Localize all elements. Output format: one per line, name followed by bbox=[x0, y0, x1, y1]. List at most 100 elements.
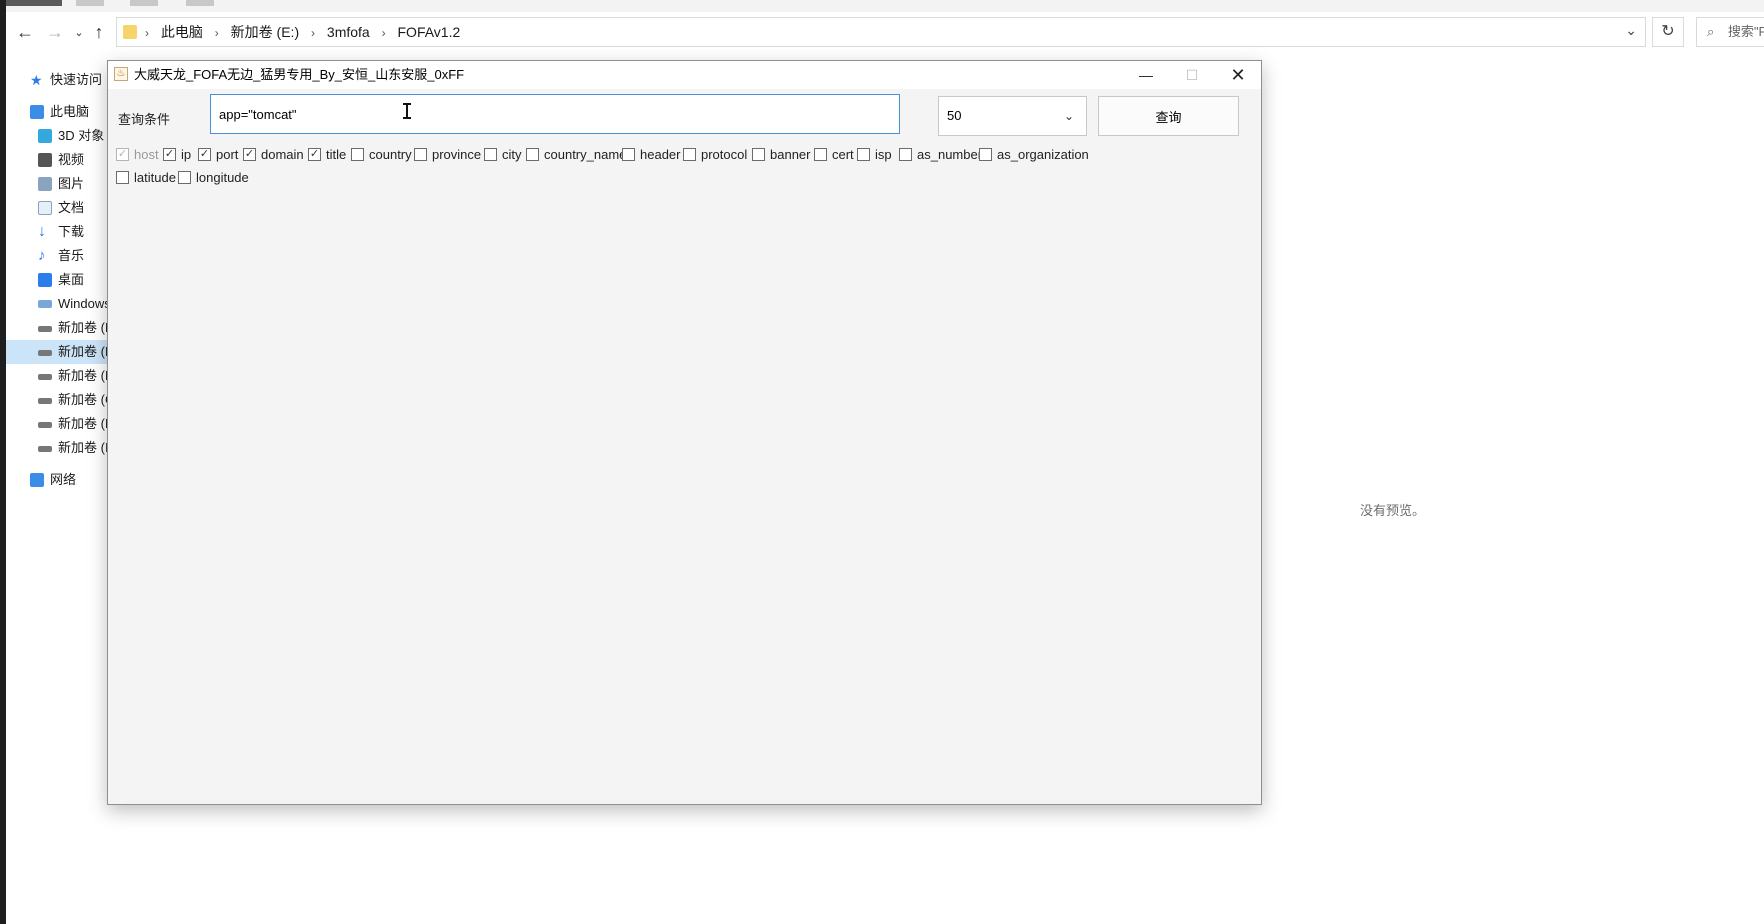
checkbox-icon bbox=[814, 148, 827, 161]
cube-icon bbox=[38, 129, 52, 143]
checkbox-label: country_name bbox=[544, 147, 627, 162]
checkbox-label: host bbox=[134, 147, 159, 162]
forward-arrow-icon[interactable]: → bbox=[44, 22, 66, 43]
sidebar-item-drive-g[interactable]: 新加卷 (G bbox=[6, 388, 110, 412]
sidebar-item-documents[interactable]: 文档 bbox=[6, 196, 110, 220]
checkbox-label: isp bbox=[875, 147, 892, 162]
checkbox-label: ip bbox=[181, 147, 192, 162]
checkbox-label: as_organization bbox=[997, 147, 1089, 162]
checkmark-icon: ✓ bbox=[163, 148, 176, 161]
drive-icon bbox=[38, 446, 52, 452]
query-button[interactable]: 查询 bbox=[1098, 96, 1239, 136]
sidebar-item-drive-e[interactable]: 新加卷 (E bbox=[6, 340, 110, 364]
breadcrumb-item[interactable]: FOFAv1.2 bbox=[398, 24, 461, 40]
sidebar-item-windows-drive[interactable]: Windows bbox=[6, 292, 110, 316]
query-input[interactable] bbox=[210, 94, 900, 134]
checkbox-label: domain bbox=[261, 147, 304, 162]
close-icon[interactable]: ✕ bbox=[1215, 61, 1261, 89]
preview-pane-text: 没有预览。 bbox=[1360, 503, 1426, 518]
checkbox-label: port bbox=[216, 147, 239, 162]
checkbox-label: country bbox=[369, 147, 412, 162]
breadcrumb-item[interactable]: 新加卷 (E:) bbox=[231, 24, 299, 40]
checkbox-icon bbox=[622, 148, 635, 161]
desktop-icon bbox=[38, 273, 52, 287]
checkmark-icon: ✓ bbox=[116, 148, 129, 161]
download-icon: ↓ bbox=[38, 223, 46, 240]
sidebar-item-downloads[interactable]: ↓ 下载 bbox=[6, 220, 110, 244]
drive-icon bbox=[38, 326, 52, 332]
checkbox-label: title bbox=[326, 147, 347, 162]
sidebar-item-this-pc[interactable]: 此电脑 bbox=[6, 100, 110, 124]
video-icon bbox=[38, 153, 52, 167]
search-input[interactable]: ⌕ 搜索"F bbox=[1696, 17, 1764, 47]
ribbon-tab-view[interactable] bbox=[186, 0, 214, 6]
checkbox-label: city bbox=[502, 147, 522, 162]
music-icon: ♪ bbox=[38, 247, 46, 264]
dialog-title: 大威天龙_FOFA无边_猛男专用_By_安恒_山东安服_0xFF bbox=[134, 67, 465, 82]
sidebar-item-drive-i[interactable]: 新加卷 (I bbox=[6, 436, 110, 460]
ribbon-tab-file[interactable] bbox=[6, 0, 62, 6]
search-placeholder: 搜索"F bbox=[1727, 24, 1764, 39]
checkbox-label: longitude bbox=[196, 170, 249, 185]
sidebar-item-network[interactable]: 网络 bbox=[6, 468, 110, 492]
text-cursor-icon bbox=[403, 103, 411, 119]
checkbox-icon bbox=[116, 171, 129, 184]
breadcrumb-item[interactable]: 3mfofa bbox=[327, 24, 370, 40]
drive-icon bbox=[38, 374, 52, 380]
back-arrow-icon[interactable]: ← bbox=[14, 22, 36, 43]
sidebar-item-drive-d[interactable]: 新加卷 (D bbox=[6, 316, 110, 340]
checkbox-icon bbox=[899, 148, 912, 161]
checkbox-icon bbox=[526, 148, 539, 161]
explorer-navbar: ← → ⌄ ↑ › 此电脑 › 新加卷 (E:) › 3mfofa › FOFA… bbox=[6, 12, 1764, 52]
checkbox-label: latitude bbox=[134, 170, 176, 185]
fofa-dialog-window: ♨ 大威天龙_FOFA无边_猛男专用_By_安恒_山东安服_0xFF — ☐ ✕… bbox=[107, 60, 1262, 805]
checkbox-icon bbox=[414, 148, 427, 161]
sidebar-item-drive-f[interactable]: 新加卷 (F bbox=[6, 364, 110, 388]
drive-icon bbox=[38, 398, 52, 404]
up-arrow-icon[interactable]: ↑ bbox=[88, 22, 110, 43]
checkbox-icon bbox=[857, 148, 870, 161]
sidebar-item-pictures[interactable]: 图片 bbox=[6, 172, 110, 196]
ribbon-tab-home[interactable] bbox=[76, 0, 104, 6]
sidebar-item-music[interactable]: ♪ 音乐 bbox=[6, 244, 110, 268]
navigation-pane: ★ 快速访问 此电脑 3D 对象 视频 图片 文档 ↓ 下载 ♪ 音乐 桌面 W… bbox=[6, 60, 110, 924]
query-condition-label: 查询条件 bbox=[118, 112, 171, 127]
address-bar[interactable]: › 此电脑 › 新加卷 (E:) › 3mfofa › FOFAv1.2 ⌄ bbox=[116, 17, 1646, 47]
checkbox-icon bbox=[752, 148, 765, 161]
checkbox-icon bbox=[683, 148, 696, 161]
ribbon-tab-share[interactable] bbox=[130, 0, 158, 6]
search-icon: ⌕ bbox=[1707, 24, 1715, 39]
checkbox-label: as_number bbox=[917, 147, 983, 162]
sidebar-item-drive-h[interactable]: 新加卷 (H bbox=[6, 412, 110, 436]
checkbox-label: cert bbox=[832, 147, 854, 162]
breadcrumb: › 此电脑 › 新加卷 (E:) › 3mfofa › FOFAv1.2 bbox=[145, 24, 461, 40]
minimize-icon[interactable]: — bbox=[1123, 61, 1169, 89]
drive-icon bbox=[38, 350, 52, 356]
sidebar-item-3d-objects[interactable]: 3D 对象 bbox=[6, 124, 110, 148]
checkbox-icon bbox=[178, 171, 191, 184]
checkbox-label: banner bbox=[770, 147, 811, 162]
dialog-titlebar[interactable]: ♨ 大威天龙_FOFA无边_猛男专用_By_安恒_山东安服_0xFF — ☐ ✕ bbox=[108, 61, 1261, 89]
sidebar-item-videos[interactable]: 视频 bbox=[6, 148, 110, 172]
result-count-select[interactable]: 50 ⌄ bbox=[938, 96, 1087, 136]
computer-icon bbox=[30, 105, 44, 119]
picture-icon bbox=[38, 177, 52, 191]
checkbox-icon bbox=[979, 148, 992, 161]
address-dropdown-chevron-icon[interactable]: ⌄ bbox=[1625, 22, 1637, 39]
checkbox-icon bbox=[484, 148, 497, 161]
sidebar-item-quick-access[interactable]: ★ 快速访问 bbox=[6, 68, 110, 92]
result-count-value: 50 bbox=[947, 108, 962, 123]
checkmark-icon: ✓ bbox=[198, 148, 211, 161]
maximize-icon[interactable]: ☐ bbox=[1169, 61, 1215, 89]
checkmark-icon: ✓ bbox=[243, 148, 256, 161]
drive-icon bbox=[38, 300, 52, 308]
folder-icon bbox=[123, 25, 137, 39]
recent-locations-chevron-icon[interactable]: ⌄ bbox=[68, 26, 90, 39]
checkbox-label: header bbox=[640, 147, 681, 162]
breadcrumb-item[interactable]: 此电脑 bbox=[161, 24, 203, 40]
checkmark-icon: ✓ bbox=[308, 148, 321, 161]
refresh-icon[interactable]: ↻ bbox=[1652, 17, 1684, 47]
network-icon bbox=[30, 473, 44, 487]
sidebar-item-desktop[interactable]: 桌面 bbox=[6, 268, 110, 292]
java-app-icon: ♨ bbox=[114, 67, 128, 81]
